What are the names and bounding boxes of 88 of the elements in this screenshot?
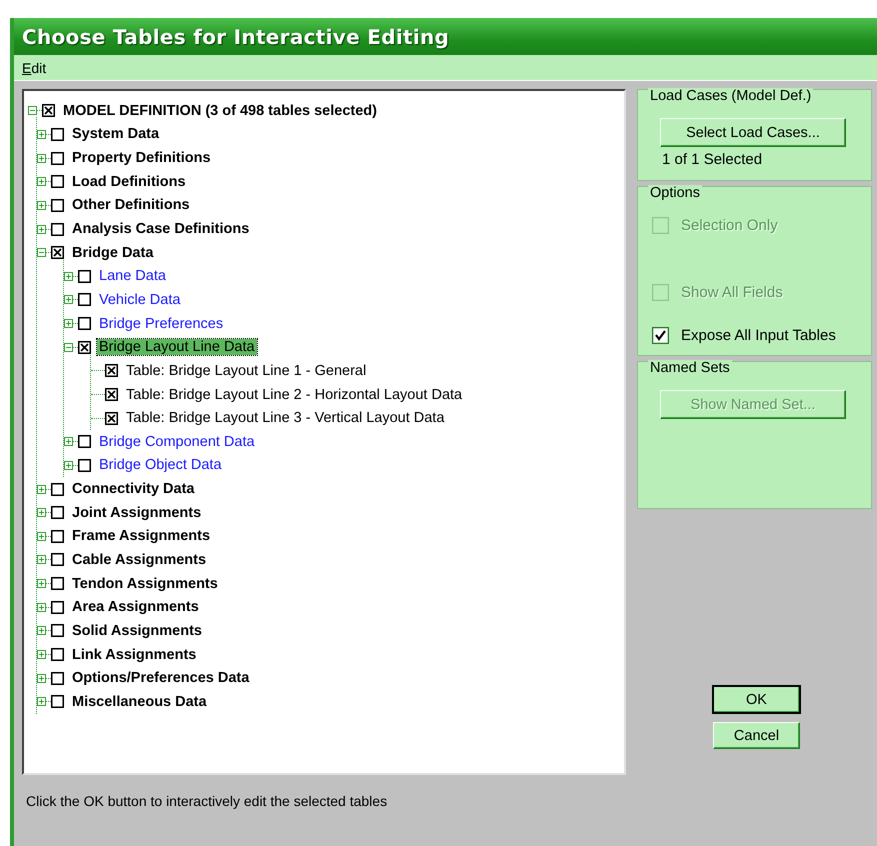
checkbox[interactable] xyxy=(51,600,64,614)
tree-item[interactable]: Analysis Case Definitions xyxy=(70,221,252,238)
checkbox[interactable] xyxy=(78,435,91,448)
tree-item[interactable]: System Data xyxy=(70,126,162,142)
tree-item[interactable]: Area Assignments xyxy=(70,599,201,616)
tree-item[interactable]: Lane Data xyxy=(97,268,168,284)
expand-icon[interactable] xyxy=(64,272,73,281)
tree-item[interactable]: Frame Assignments xyxy=(70,528,212,544)
expand-icon[interactable] xyxy=(37,177,46,186)
expand-icon[interactable] xyxy=(37,508,46,518)
checkbox[interactable] xyxy=(51,222,64,236)
checkbox[interactable] xyxy=(51,152,64,165)
tree-item[interactable]: Bridge Object Data xyxy=(97,457,224,474)
expand-icon[interactable] xyxy=(37,579,46,588)
tree-item[interactable]: Miscellaneous Data xyxy=(70,694,209,710)
tree-item[interactable]: MODEL DEFINITION (3 of 498 tables selected) xyxy=(61,102,379,119)
expand-icon[interactable] xyxy=(37,484,46,494)
checkbox[interactable] xyxy=(51,695,64,708)
tree-item[interactable]: Bridge Data xyxy=(70,244,156,261)
expand-icon[interactable] xyxy=(37,697,46,706)
option-label: Expose All Input Tables xyxy=(681,327,836,344)
window-title: Choose Tables for Interactive Editing xyxy=(22,24,450,48)
expand-icon[interactable] xyxy=(64,460,73,470)
expand-icon[interactable] xyxy=(37,650,46,660)
checkbox[interactable] xyxy=(105,388,118,401)
tree-item[interactable]: Property Definitions xyxy=(70,150,213,166)
checkbox[interactable] xyxy=(78,270,91,283)
tree-item[interactable]: Link Assignments xyxy=(70,646,198,663)
tree-item[interactable]: Options/Preferences Data xyxy=(70,670,252,686)
tree-item[interactable]: Table: Bridge Layout Line 3 - Vertical Layout Data xyxy=(124,410,446,426)
expand-icon[interactable] xyxy=(64,295,73,304)
tree-item[interactable]: Vehicle Data xyxy=(97,292,182,308)
expand-icon[interactable] xyxy=(37,200,46,210)
checkbox[interactable] xyxy=(51,246,64,260)
tree-item[interactable]: Bridge Component Data xyxy=(97,434,257,450)
expand-icon[interactable] xyxy=(37,532,46,541)
tree-item[interactable]: Bridge Layout Line Data xyxy=(97,339,257,356)
checkbox[interactable] xyxy=(51,128,64,141)
collapse-icon[interactable] xyxy=(28,106,37,116)
expand-icon[interactable] xyxy=(64,437,73,446)
expand-icon[interactable] xyxy=(37,602,46,612)
expand-icon[interactable] xyxy=(37,224,46,234)
expand-icon[interactable] xyxy=(37,130,46,139)
checkbox[interactable] xyxy=(78,317,91,330)
expand-icon[interactable] xyxy=(37,674,46,683)
checkbox[interactable] xyxy=(78,340,91,354)
tree-item[interactable]: Bridge Preferences xyxy=(97,316,226,332)
checkbox[interactable] xyxy=(51,577,64,590)
checkbox[interactable] xyxy=(652,327,669,344)
tree-item[interactable]: Other Definitions xyxy=(70,197,192,214)
dialog-button[interactable]: Cancel xyxy=(713,722,800,749)
expand-icon[interactable] xyxy=(64,319,73,328)
option-label: Show All Fields xyxy=(681,284,783,301)
tree-item[interactable]: Solid Assignments xyxy=(70,622,204,639)
checkbox[interactable] xyxy=(51,198,64,212)
menu-item[interactable]: Edit xyxy=(18,60,50,76)
expand-icon[interactable] xyxy=(37,154,46,163)
checkbox[interactable] xyxy=(42,104,55,118)
checkbox[interactable] xyxy=(105,364,118,378)
tree-item[interactable]: Joint Assignments xyxy=(70,504,204,521)
group-title: Options xyxy=(648,185,702,201)
checkbox[interactable] xyxy=(51,624,64,638)
selection-count: 1 of 1 Selected xyxy=(662,151,764,168)
tree-item[interactable]: Table: Bridge Layout Line 1 - General xyxy=(124,362,368,379)
dialog-button[interactable]: OK xyxy=(713,686,800,713)
tree-item[interactable]: Table: Bridge Layout Line 2 - Horizontal Layout Data xyxy=(124,386,464,402)
checkbox[interactable] xyxy=(105,412,118,425)
checkbox[interactable] xyxy=(51,482,64,496)
expand-icon[interactable] xyxy=(37,555,46,564)
checkbox[interactable] xyxy=(51,175,64,188)
tree-item[interactable]: Load Definitions xyxy=(70,174,188,190)
expand-icon[interactable] xyxy=(37,626,46,636)
checkbox[interactable] xyxy=(51,530,64,543)
checkbox[interactable] xyxy=(51,506,64,520)
tree-item[interactable]: Cable Assignments xyxy=(70,552,208,568)
collapse-icon[interactable] xyxy=(64,342,73,352)
status-text: Click the OK button to interactively edit the selected tables xyxy=(25,793,388,809)
option-label: Selection Only xyxy=(681,217,778,234)
collapse-icon[interactable] xyxy=(37,248,46,258)
tree-item[interactable]: Tendon Assignments xyxy=(70,576,220,592)
checkbox[interactable] xyxy=(78,293,91,306)
group-title: Load Cases (Model Def.) xyxy=(648,88,814,104)
checkbox[interactable] xyxy=(51,648,64,662)
tree-item[interactable]: Connectivity Data xyxy=(70,481,196,498)
checkbox[interactable] xyxy=(51,672,64,685)
checkbox[interactable] xyxy=(51,553,64,566)
checkbox[interactable] xyxy=(78,458,91,472)
select-load-cases-button[interactable]: Select Load Cases... xyxy=(660,118,846,147)
